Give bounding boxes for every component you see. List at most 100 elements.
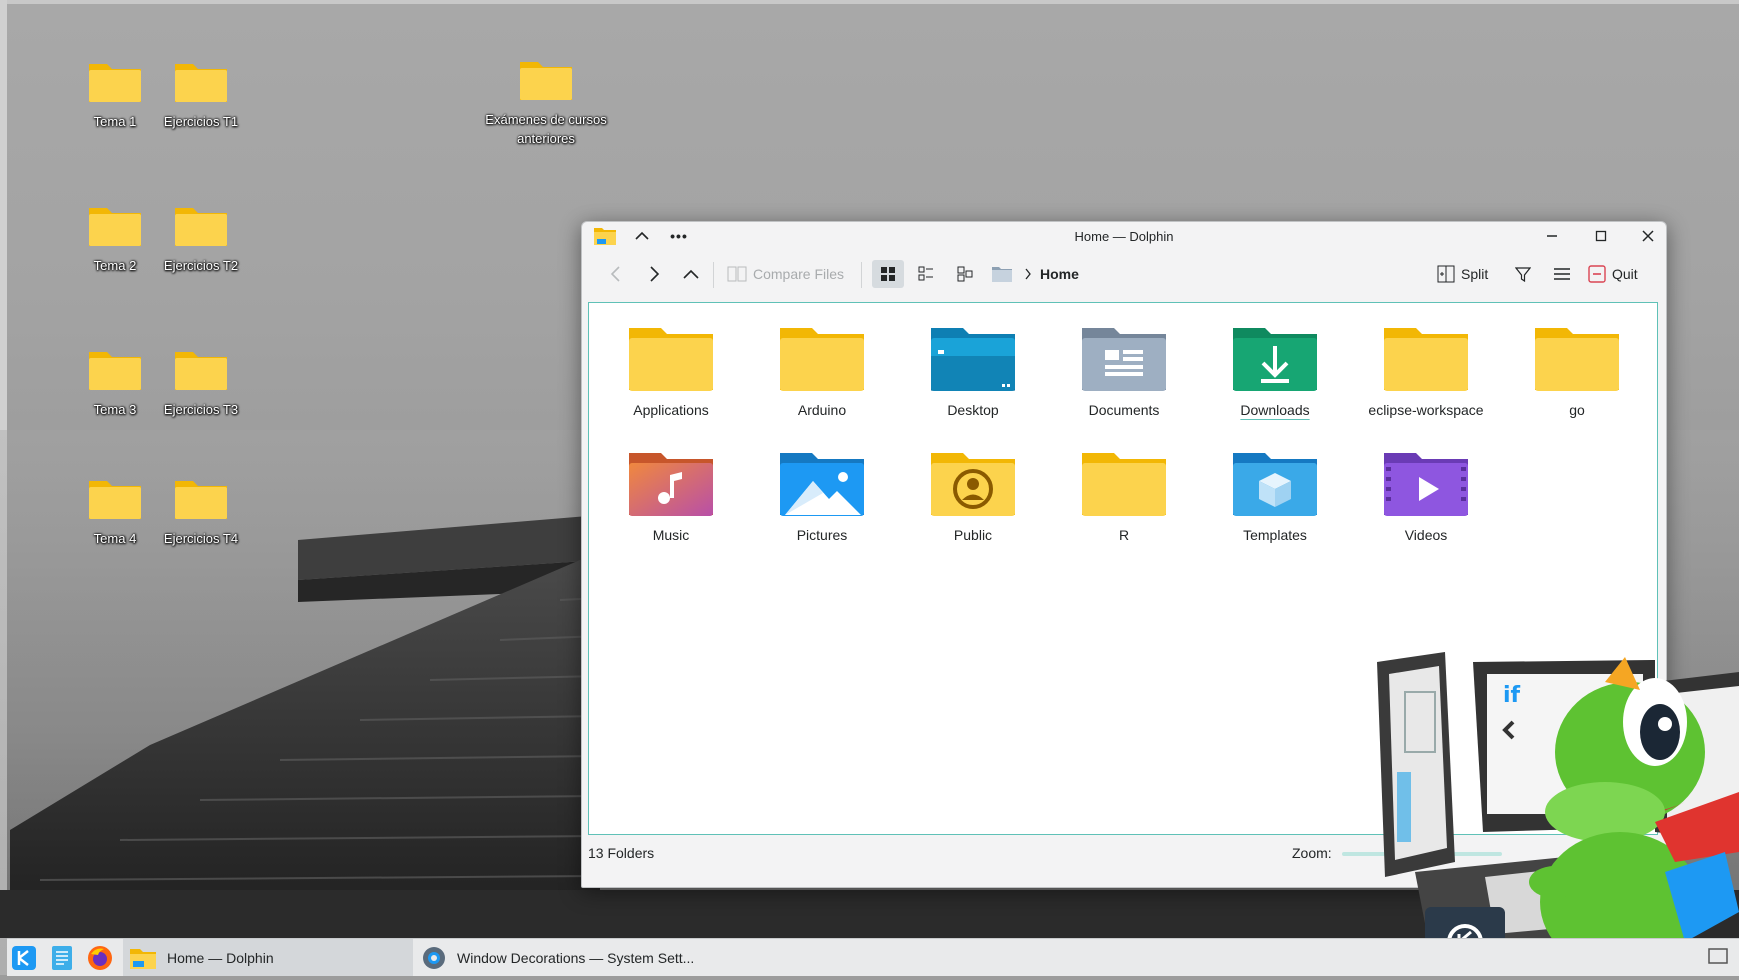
close-icon[interactable] bbox=[1637, 226, 1659, 246]
show-desktop-icon[interactable] bbox=[1707, 945, 1733, 971]
breadcrumb-separator-icon bbox=[1021, 260, 1035, 288]
folder-icon bbox=[1082, 453, 1166, 516]
details-view-icon bbox=[957, 266, 973, 282]
location-folder-button[interactable] bbox=[986, 260, 1018, 288]
folder-icon bbox=[89, 481, 141, 519]
folder-label: Pictures bbox=[796, 527, 848, 543]
folder-icon bbox=[780, 328, 864, 391]
split-button[interactable]: Split bbox=[1437, 260, 1488, 288]
back-button[interactable] bbox=[602, 260, 630, 288]
task-label: Window Decorations — System Sett... bbox=[457, 949, 695, 966]
desktop-icon-label: Ejercicios T1 bbox=[163, 114, 239, 129]
forward-button[interactable] bbox=[640, 260, 668, 288]
main-toolbar: Compare Files Home Split Quit bbox=[582, 254, 1666, 294]
desktop-icon-examenes[interactable]: Exámenes de cursos anteriores bbox=[476, 56, 616, 148]
desktop-icon-ejercicios-t4[interactable]: Ejercicios T4 bbox=[146, 475, 256, 548]
folder-location-icon bbox=[992, 267, 1012, 282]
folder-item-pictures[interactable]: Pictures bbox=[757, 451, 887, 543]
folder-videos-icon bbox=[1384, 453, 1468, 516]
folder-downloads-icon bbox=[1233, 328, 1317, 391]
firefox-icon[interactable] bbox=[87, 945, 113, 971]
folder-icon bbox=[175, 208, 227, 246]
desktop-icon-label: Exámenes de cursos anteriores bbox=[485, 112, 607, 146]
text-editor-icon[interactable] bbox=[49, 945, 75, 971]
folder-item-eclipse-workspace[interactable]: eclipse-workspace bbox=[1361, 326, 1491, 418]
desktop-icon-label: Ejercicios T4 bbox=[163, 531, 239, 546]
desktop-icon-label: Ejercicios T3 bbox=[163, 402, 239, 417]
breadcrumb-home[interactable]: Home bbox=[1040, 260, 1079, 288]
folder-pictures-icon bbox=[780, 453, 864, 516]
hamburger-menu-icon bbox=[1554, 268, 1570, 280]
folder-icon bbox=[1384, 328, 1468, 391]
quit-label: Quit bbox=[1612, 266, 1638, 282]
folder-icon bbox=[89, 64, 141, 102]
zoom-label: Zoom: bbox=[1292, 845, 1332, 861]
folder-label: Desktop bbox=[947, 402, 999, 418]
task-system-settings[interactable]: Window Decorations — System Sett... bbox=[415, 939, 735, 976]
folder-item-r[interactable]: R bbox=[1059, 451, 1189, 543]
desktop-icon-label: Ejercicios T2 bbox=[163, 258, 239, 273]
compact-view-icon bbox=[918, 266, 933, 281]
folder-icon bbox=[520, 62, 572, 100]
folder-label: Templates bbox=[1243, 527, 1307, 543]
folder-label: Arduino bbox=[797, 402, 847, 418]
folder-item-templates[interactable]: Templates bbox=[1210, 451, 1340, 543]
folder-item-downloads[interactable]: Downloads bbox=[1210, 326, 1340, 418]
settings-gear-icon bbox=[421, 945, 447, 971]
window-title: Home — Dolphin bbox=[1074, 229, 1174, 244]
svg-text:if: if bbox=[1503, 683, 1521, 708]
folder-item-desktop[interactable]: Desktop bbox=[908, 326, 1038, 418]
filter-button[interactable] bbox=[1509, 260, 1537, 288]
compact-view-button[interactable] bbox=[910, 260, 942, 288]
folder-label: Downloads bbox=[1240, 402, 1310, 418]
folder-label: eclipse-workspace bbox=[1368, 402, 1484, 418]
folder-item-music[interactable]: Music bbox=[606, 451, 736, 543]
minimize-icon[interactable] bbox=[1541, 226, 1563, 246]
folder-label: Public bbox=[953, 527, 993, 543]
desktop-icon-ejercicios-t1[interactable]: Ejercicios T1 bbox=[146, 58, 256, 131]
split-label: Split bbox=[1461, 266, 1489, 282]
folder-icon bbox=[89, 352, 141, 390]
maximize-icon[interactable] bbox=[1590, 226, 1612, 246]
compare-files-button[interactable]: Compare Files bbox=[727, 260, 844, 288]
quit-button[interactable]: Quit bbox=[1588, 260, 1638, 288]
folder-item-go[interactable]: go bbox=[1512, 326, 1642, 418]
hamburger-menu-button[interactable] bbox=[1548, 260, 1576, 288]
folder-icon bbox=[1535, 328, 1619, 391]
folder-label: Music bbox=[652, 527, 690, 543]
task-label: Home — Dolphin bbox=[167, 949, 274, 966]
folder-music-icon bbox=[629, 453, 713, 516]
folder-item-documents[interactable]: Documents bbox=[1059, 326, 1189, 418]
folder-item-arduino[interactable]: Arduino bbox=[757, 326, 887, 418]
taskbar-panel: Home — Dolphin Window Decorations — Syst… bbox=[7, 938, 1739, 976]
dolphin-task-icon bbox=[129, 946, 157, 970]
folder-icon bbox=[629, 328, 713, 391]
folder-documents-icon bbox=[1082, 328, 1166, 391]
folder-label: R bbox=[1118, 527, 1130, 543]
desktop-icon-ejercicios-t3[interactable]: Ejercicios T3 bbox=[146, 346, 256, 419]
chevron-left-icon bbox=[610, 266, 620, 282]
folder-label: Applications bbox=[633, 402, 709, 418]
folder-public-icon bbox=[931, 453, 1015, 516]
folder-icon bbox=[89, 208, 141, 246]
folder-label: Documents bbox=[1088, 402, 1160, 418]
window-titlebar[interactable]: ••• Home — Dolphin bbox=[582, 222, 1666, 250]
folder-icon bbox=[175, 64, 227, 102]
folder-label: Videos bbox=[1404, 527, 1448, 543]
chevron-right-icon bbox=[650, 266, 660, 282]
details-view-button[interactable] bbox=[949, 260, 981, 288]
folder-count: 13 Folders bbox=[588, 845, 655, 861]
desktop-icon-ejercicios-t2[interactable]: Ejercicios T2 bbox=[146, 202, 256, 275]
folder-item-public[interactable]: Public bbox=[908, 451, 1038, 543]
chevron-up-icon bbox=[683, 269, 699, 279]
compare-icon bbox=[727, 266, 747, 282]
filter-icon bbox=[1515, 267, 1531, 282]
folder-item-applications[interactable]: Applications bbox=[606, 326, 736, 418]
folder-item-videos[interactable]: Videos bbox=[1361, 451, 1491, 543]
konqi-mascot-illustration: if bbox=[1355, 652, 1739, 980]
app-launcher-icon[interactable] bbox=[11, 945, 37, 971]
compare-files-label: Compare Files bbox=[753, 266, 845, 282]
icons-view-button[interactable] bbox=[872, 260, 904, 288]
task-dolphin[interactable]: Home — Dolphin bbox=[123, 939, 413, 976]
up-button[interactable] bbox=[677, 260, 705, 288]
